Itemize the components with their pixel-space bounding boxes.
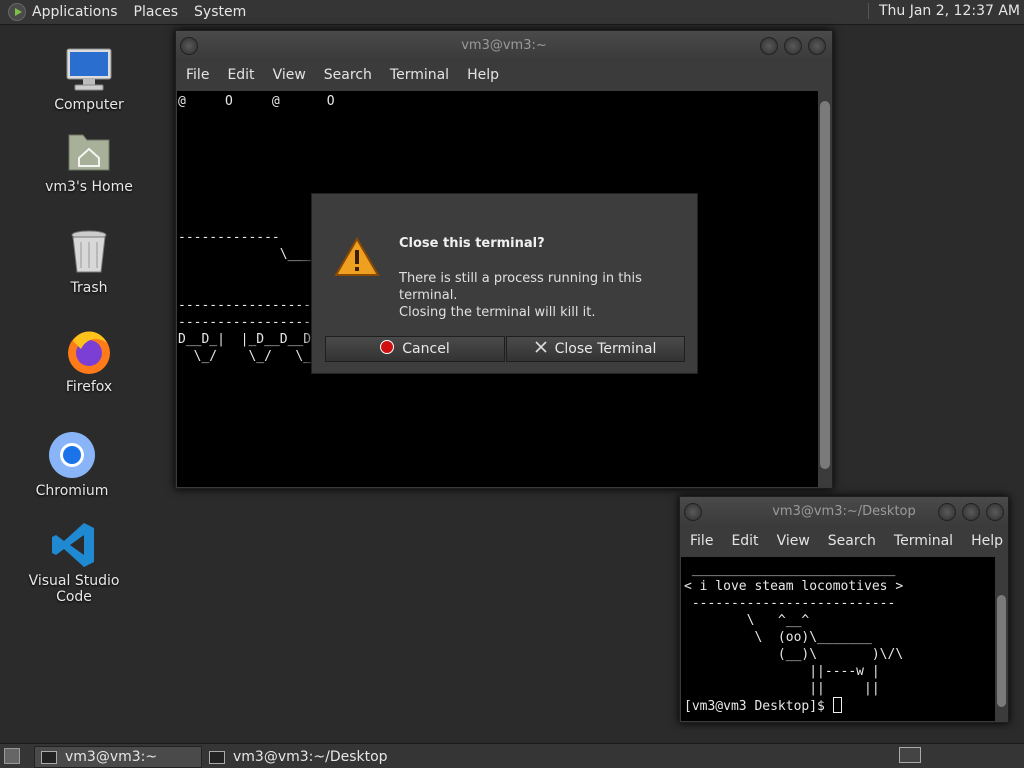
clock[interactable]: Thu Jan 2, 12:37 AM	[867, 3, 1020, 19]
terminal-line: (__)\ )\/\	[684, 647, 904, 662]
firefox-icon	[65, 327, 113, 375]
window-title: vm3@vm3:~/Desktop	[772, 504, 916, 519]
desktop-icon-label: Computer	[54, 97, 124, 113]
cancel-icon	[380, 340, 395, 358]
terminal-menubar: File Edit View Search Terminal Help	[176, 61, 832, 89]
scrollbar[interactable]	[995, 557, 1008, 721]
minimize-icon[interactable]	[760, 37, 778, 55]
scrollbar[interactable]	[818, 91, 832, 487]
window-menu-icon[interactable]	[180, 37, 198, 55]
desktop-icon-vscode[interactable]: Visual Studio Code	[14, 521, 134, 605]
warning-icon	[334, 237, 380, 277]
dialog-message-line2: Closing the terminal will kill it.	[399, 305, 596, 320]
window-title: vm3@vm3:~	[461, 38, 547, 53]
menu-view[interactable]: View	[777, 533, 810, 549]
menu-system[interactable]: System	[194, 4, 246, 20]
desktop-icon-trash[interactable]: Trash	[29, 228, 149, 296]
window-menu-icon[interactable]	[684, 503, 702, 521]
taskbar-item-desktop-terminal[interactable]: vm3@vm3:~/Desktop	[203, 746, 403, 768]
desktop-icon-firefox[interactable]: Firefox	[29, 327, 149, 395]
vscode-icon	[50, 521, 98, 569]
menu-help[interactable]: Help	[971, 533, 1003, 549]
menu-terminal[interactable]: Terminal	[894, 533, 953, 549]
taskbar-item-label: vm3@vm3:~/Desktop	[233, 749, 388, 765]
dialog-message: There is still a process running in this…	[399, 270, 689, 321]
close-icon[interactable]	[986, 503, 1004, 521]
terminal-line: \ ^__^	[684, 613, 810, 628]
minimize-icon[interactable]	[938, 503, 956, 521]
terminal-line: || ||	[684, 681, 880, 696]
terminal-line: ||----w |	[684, 664, 880, 679]
scrollbar-thumb[interactable]	[820, 101, 830, 469]
menu-applications[interactable]: Applications	[32, 4, 118, 20]
desktop-icon-computer[interactable]: Computer	[29, 45, 149, 113]
terminal-cursor	[832, 697, 842, 713]
bottom-panel: vm3@vm3:~ vm3@vm3:~/Desktop	[0, 743, 1024, 768]
menu-view[interactable]: View	[273, 67, 306, 83]
cancel-button-label: Cancel	[402, 341, 450, 357]
show-desktop-icon[interactable]	[4, 748, 20, 764]
menu-edit[interactable]: Edit	[731, 533, 758, 549]
desktop-icon-label: Chromium	[35, 483, 109, 499]
taskbar-item-label: vm3@vm3:~	[65, 749, 158, 765]
desktop-icon-label: Visual Studio Code	[28, 573, 120, 605]
menu-terminal[interactable]: Terminal	[390, 67, 449, 83]
terminal-icon	[209, 750, 225, 764]
close-terminal-dialog: Close this terminal? There is still a pr…	[311, 193, 698, 374]
maximize-icon[interactable]	[784, 37, 802, 55]
menu-edit[interactable]: Edit	[227, 67, 254, 83]
home-folder-icon	[65, 127, 113, 175]
workspace-switcher-icon[interactable]	[899, 747, 921, 763]
trash-icon	[65, 228, 113, 276]
menu-file[interactable]: File	[690, 533, 713, 549]
close-terminal-button[interactable]: Close Terminal	[506, 336, 685, 362]
desktop-icon-home[interactable]: vm3's Home	[29, 127, 149, 195]
desktop-icon-chromium[interactable]: Chromium	[12, 431, 132, 499]
chromium-icon	[48, 431, 96, 479]
terminal-line: --------------------------	[684, 596, 896, 611]
dialog-message-line1: There is still a process running in this…	[399, 271, 642, 303]
terminal-icon	[41, 750, 57, 764]
taskbar-item-main-terminal[interactable]: vm3@vm3:~	[34, 746, 202, 768]
terminal-output[interactable]: __________________________ < i love steam…	[681, 557, 995, 721]
terminal-line: \ (oo)\_______	[684, 630, 872, 645]
close-terminal-button-label: Close Terminal	[554, 341, 657, 357]
dialog-title: Close this terminal?	[399, 236, 545, 251]
desktop-icon-label: vm3's Home	[45, 179, 133, 195]
terminal-menubar: File Edit View Search Terminal Help	[680, 527, 1008, 555]
terminal-line: __________________________	[684, 562, 896, 577]
cancel-button[interactable]: Cancel	[325, 336, 505, 362]
scrollbar-thumb[interactable]	[997, 595, 1006, 707]
desktop-icon-label: Firefox	[65, 379, 113, 395]
maximize-icon[interactable]	[962, 503, 980, 521]
close-x-icon	[535, 341, 547, 357]
desktop-icon-label: Trash	[70, 280, 108, 296]
top-panel: Applications Places System Thu Jan 2, 12…	[0, 0, 1024, 25]
menu-places[interactable]: Places	[134, 4, 179, 20]
close-icon[interactable]	[808, 37, 826, 55]
distro-logo-icon[interactable]	[8, 3, 26, 21]
menu-file[interactable]: File	[186, 67, 209, 83]
menu-search[interactable]: Search	[828, 533, 876, 549]
terminal-line: [vm3@vm3 Desktop]$	[684, 697, 992, 715]
window-titlebar[interactable]: vm3@vm3:~	[176, 31, 832, 61]
window-titlebar[interactable]: vm3@vm3:~/Desktop	[680, 497, 1008, 527]
menu-search[interactable]: Search	[324, 67, 372, 83]
computer-icon	[65, 45, 113, 93]
top-menu: Applications Places System	[0, 0, 262, 25]
menu-help[interactable]: Help	[467, 67, 499, 83]
terminal-line: < i love steam locomotives >	[684, 579, 904, 594]
terminal-line: @ O @ O	[178, 94, 335, 109]
terminal-window-desktop: vm3@vm3:~/Desktop File Edit View Search …	[679, 496, 1009, 723]
